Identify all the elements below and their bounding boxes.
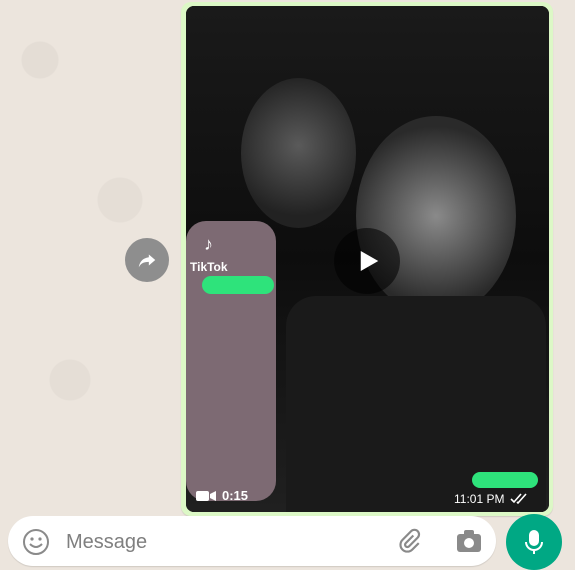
tiktok-label: TikTok (190, 260, 228, 274)
camera-icon[interactable] (455, 528, 483, 554)
message-meta: 11:01 PM (454, 492, 528, 506)
tiktok-logo-icon: ♪ (204, 234, 213, 254)
message-time: 11:01 PM (454, 492, 505, 506)
message-input[interactable]: Message (66, 531, 147, 554)
mic-button[interactable] (506, 514, 562, 570)
video-thumbnail[interactable]: ♪ TikTok 0:15 11:01 PM (186, 6, 549, 512)
mic-icon (525, 530, 543, 554)
duration-text: 0:15 (222, 488, 249, 503)
forward-button[interactable] (125, 238, 169, 282)
play-icon (360, 251, 379, 271)
paperclip-icon[interactable] (396, 528, 422, 556)
redaction-mark (202, 276, 274, 294)
emoji-icon[interactable] (22, 528, 50, 556)
redaction-mark-bottom (472, 472, 538, 488)
person-left (241, 78, 356, 228)
play-button[interactable] (334, 228, 400, 294)
message-composer[interactable]: Message (8, 516, 496, 566)
forward-icon (138, 254, 156, 268)
double-check-icon (510, 493, 528, 505)
video-camera-icon (196, 490, 216, 501)
video-duration: 0:15 (196, 488, 248, 503)
